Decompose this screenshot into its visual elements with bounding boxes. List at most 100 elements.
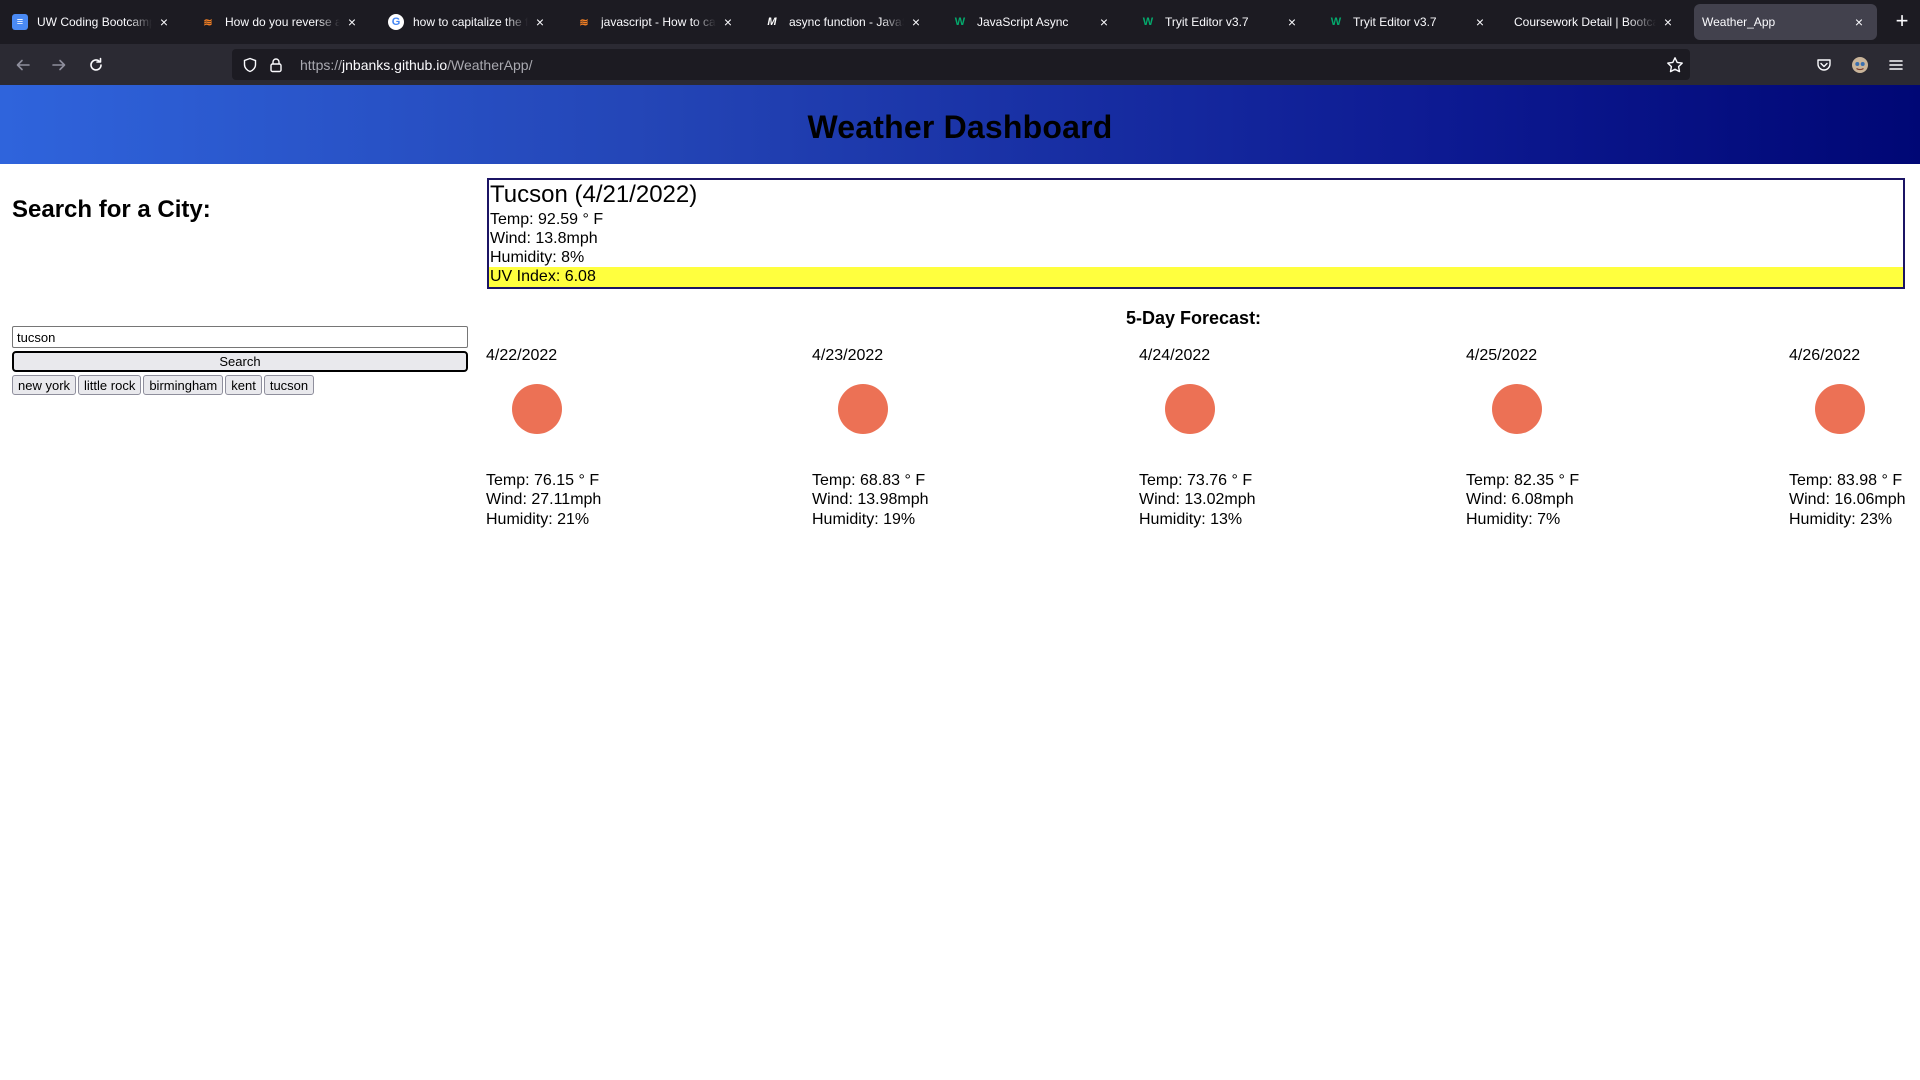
- hamburger-menu-icon: [1889, 60, 1903, 70]
- url-host: jnbanks.github.io: [342, 56, 448, 73]
- tab-title: async function - JavaScri: [789, 15, 904, 29]
- address-bar[interactable]: https://jnbanks.github.io/WeatherApp/: [232, 49, 1690, 80]
- mdn-icon: M: [767, 16, 777, 28]
- close-icon[interactable]: ×: [1851, 14, 1867, 30]
- reload-button[interactable]: [81, 50, 111, 80]
- forecast-temp: Temp: 73.76 ° F: [1139, 472, 1253, 489]
- forecast-heading: 5-Day Forecast:: [1126, 308, 1262, 328]
- forecast-temp: Temp: 83.98 ° F: [1789, 472, 1903, 489]
- forecast-wind: Wind: 13.02mph: [1139, 491, 1256, 508]
- account-avatar-icon: [1852, 57, 1868, 73]
- search-button[interactable]: Search: [12, 351, 468, 372]
- tab-reverse-string[interactable]: ≋ How do you reverse a str ×: [190, 4, 370, 40]
- close-icon[interactable]: ×: [1096, 14, 1112, 30]
- url-path: /WeatherApp/: [447, 56, 533, 73]
- current-weather-card: Tucson (4/21/2022) Temp: 92.59 ° F Wind:…: [487, 178, 1905, 289]
- pocket-icon: [1817, 59, 1831, 71]
- google-docs-icon: ≡: [12, 14, 28, 30]
- arrow-right-icon: [52, 59, 66, 71]
- forecast-date: 4/26/2022: [1789, 347, 1861, 364]
- tab-title: UW Coding Bootcamp - C: [37, 15, 152, 29]
- menu-button[interactable]: [1881, 50, 1911, 80]
- forecast-wind: Wind: 6.08mph: [1466, 491, 1574, 508]
- close-icon[interactable]: ×: [1472, 14, 1488, 30]
- navigation-toolbar: https://jnbanks.github.io/WeatherApp/: [0, 44, 1920, 85]
- tab-async-function-mdn[interactable]: M async function - JavaScri ×: [754, 4, 934, 40]
- current-humidity: Humidity: 8%: [490, 249, 585, 266]
- close-icon[interactable]: ×: [1284, 14, 1300, 30]
- tab-title: Coursework Detail | Bootcamp: [1514, 15, 1656, 29]
- forecast-wind: Wind: 13.98mph: [812, 491, 929, 508]
- forecast-wind: Wind: 16.06mph: [1789, 491, 1906, 508]
- current-uv-index: UV Index: 6.08: [489, 267, 1903, 287]
- tab-google-capitalize[interactable]: G how to capitalize the first ×: [378, 4, 558, 40]
- w3schools-icon: W: [1142, 16, 1154, 28]
- tab-title: how to capitalize the first: [413, 15, 528, 29]
- forecast-temp: Temp: 68.83 ° F: [812, 472, 926, 489]
- forecast-date: 4/22/2022: [486, 347, 558, 364]
- tab-javascript-async[interactable]: W JavaScript Async ×: [942, 4, 1122, 40]
- weather-sun-icon: [512, 384, 562, 434]
- new-tab-button[interactable]: +: [1888, 8, 1916, 36]
- w3schools-icon: W: [1330, 16, 1342, 28]
- reload-icon: [90, 57, 102, 71]
- tab-title: How do you reverse a str: [225, 15, 340, 29]
- forecast-humidity: Humidity: 23%: [1789, 511, 1893, 528]
- weather-sun-icon: [1815, 384, 1865, 434]
- url-text[interactable]: https://jnbanks.github.io/WeatherApp/: [300, 57, 532, 73]
- back-button[interactable]: [8, 50, 38, 80]
- forecast-humidity: Humidity: 7%: [1466, 511, 1561, 528]
- forecast-humidity: Humidity: 19%: [812, 511, 916, 528]
- pocket-button[interactable]: [1809, 50, 1839, 80]
- tab-tryit-editor-2[interactable]: W Tryit Editor v3.7 ×: [1318, 4, 1498, 40]
- close-icon[interactable]: ×: [720, 14, 736, 30]
- tab-title: Tryit Editor v3.7: [1165, 15, 1249, 29]
- forecast-date: 4/25/2022: [1466, 347, 1538, 364]
- history-button-tucson[interactable]: tucson: [263, 375, 315, 395]
- stackoverflow-icon: ≋: [203, 16, 213, 29]
- tab-strip: ≡ UW Coding Bootcamp - C × ≋ How do you …: [0, 0, 1920, 44]
- current-temp: Temp: 92.59 ° F: [490, 211, 604, 228]
- tab-javascript-capitalize[interactable]: ≋ javascript - How to capita ×: [566, 4, 746, 40]
- weather-sun-icon: [838, 384, 888, 434]
- forecast-date: 4/24/2022: [1139, 347, 1211, 364]
- web-page: Weather Dashboard Search for a City: Sea…: [0, 85, 1920, 1080]
- weather-sun-icon: [1165, 384, 1215, 434]
- forecast-temp: Temp: 76.15 ° F: [486, 472, 600, 489]
- tab-uw-coding-bootcamp[interactable]: ≡ UW Coding Bootcamp - C ×: [2, 4, 182, 40]
- close-icon[interactable]: ×: [344, 14, 360, 30]
- forecast-wind: Wind: 27.11mph: [486, 491, 602, 508]
- history-button-kent[interactable]: kent: [225, 375, 262, 395]
- history-button-birmingham[interactable]: birmingham: [143, 375, 224, 395]
- city-search-input[interactable]: [12, 326, 468, 348]
- google-icon: G: [388, 14, 404, 30]
- forecast-humidity: Humidity: 21%: [486, 511, 590, 528]
- current-wind: Wind: 13.8mph: [490, 230, 598, 247]
- url-prefix: https://: [300, 56, 343, 73]
- w3schools-icon: W: [954, 16, 966, 28]
- bookmark-star-icon[interactable]: [1662, 52, 1688, 78]
- current-city-date: Tucson (4/21/2022): [490, 181, 698, 208]
- history-button-new-york[interactable]: new york: [12, 375, 77, 395]
- close-icon[interactable]: ×: [532, 14, 548, 30]
- weather-sun-icon: [1492, 384, 1542, 434]
- tracking-protection-shield-icon[interactable]: [238, 53, 262, 77]
- history-button-little-rock[interactable]: little rock: [78, 375, 142, 395]
- lock-icon[interactable]: [264, 53, 288, 77]
- dashboard-header: Weather Dashboard: [0, 85, 1920, 164]
- close-icon[interactable]: ×: [908, 14, 924, 30]
- stackoverflow-icon: ≋: [579, 16, 589, 29]
- search-heading: Search for a City:: [12, 196, 211, 223]
- account-button[interactable]: [1845, 50, 1875, 80]
- forecast-date: 4/23/2022: [812, 347, 884, 364]
- forward-button[interactable]: [44, 50, 74, 80]
- tab-tryit-editor-1[interactable]: W Tryit Editor v3.7 ×: [1130, 4, 1310, 40]
- page-title: Weather Dashboard: [807, 109, 1113, 145]
- forecast-temp: Temp: 82.35 ° F: [1466, 472, 1580, 489]
- tab-title: javascript - How to capita: [601, 15, 716, 29]
- tab-weather-app[interactable]: Weather_App ×: [1694, 4, 1877, 40]
- tab-title: Weather_App: [1702, 15, 1776, 29]
- close-icon[interactable]: ×: [1660, 14, 1676, 30]
- tab-coursework-detail[interactable]: Coursework Detail | Bootcamp ×: [1506, 4, 1686, 40]
- close-icon[interactable]: ×: [156, 14, 172, 30]
